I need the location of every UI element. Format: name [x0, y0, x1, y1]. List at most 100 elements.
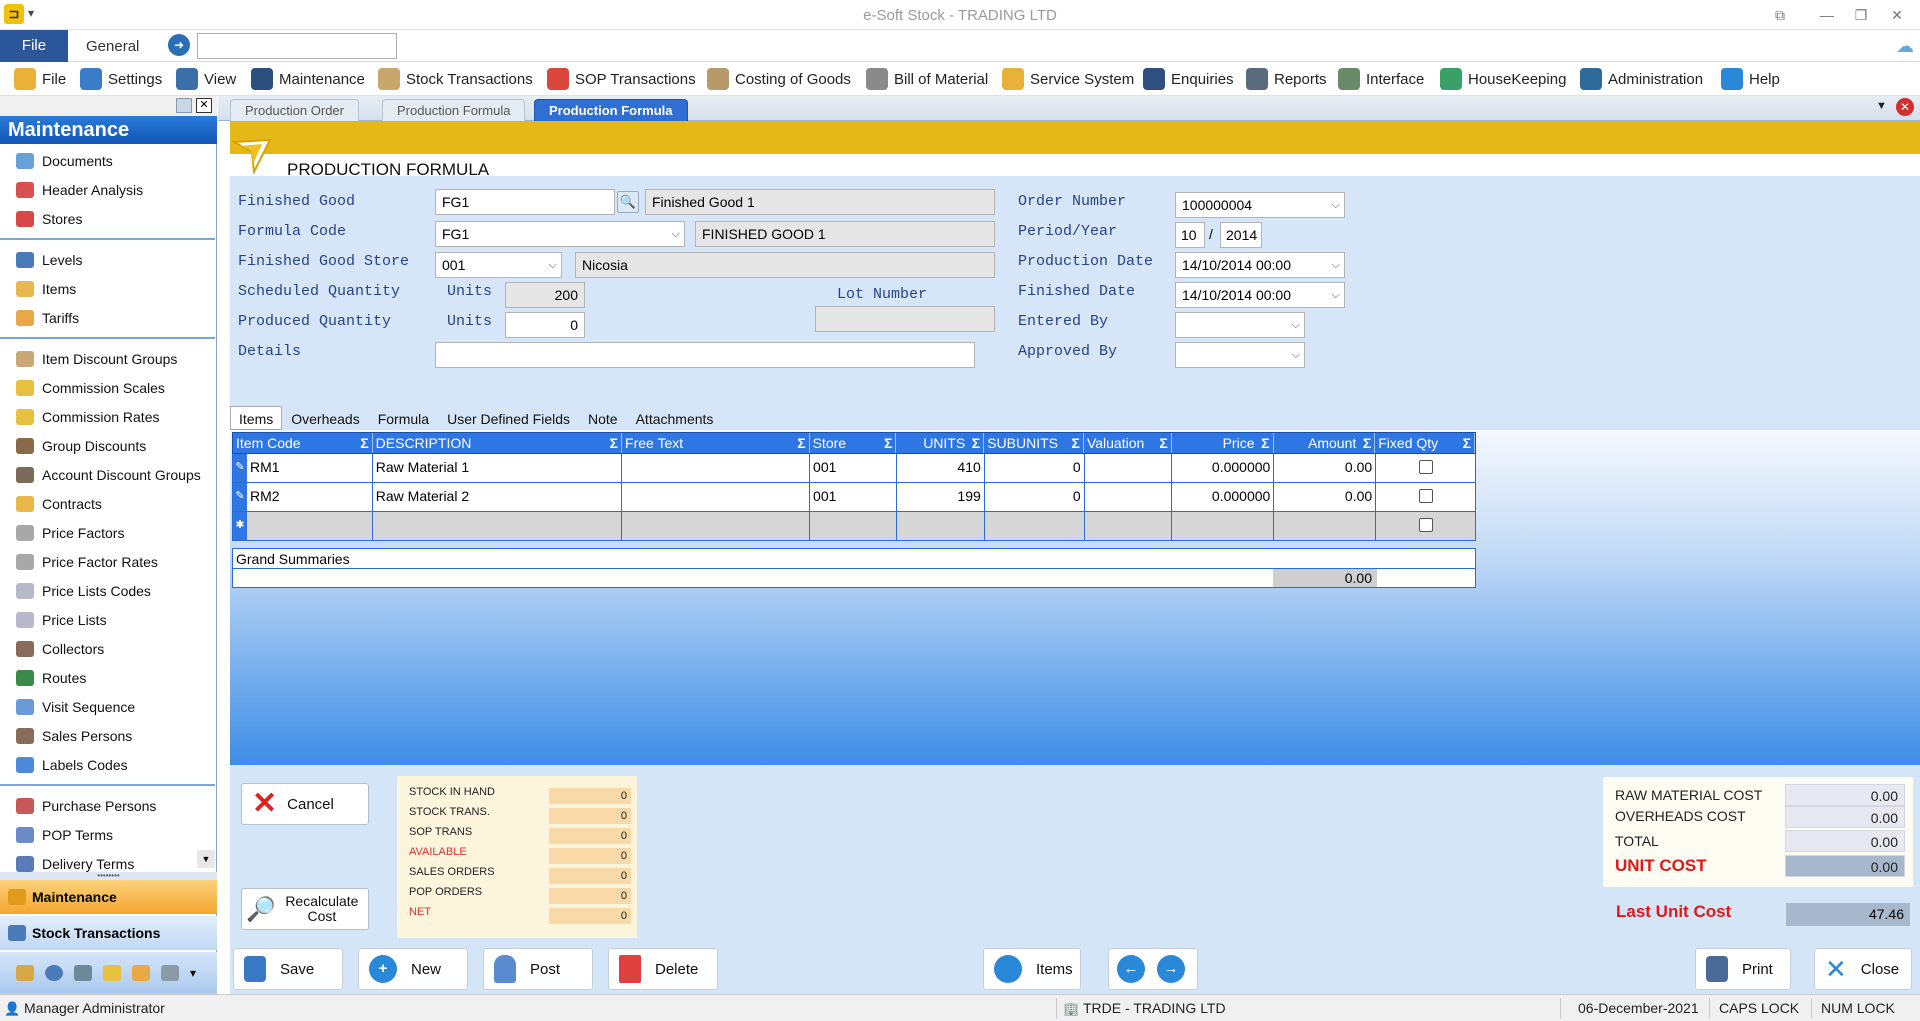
- sidebar-item-levels[interactable]: Levels: [0, 245, 215, 274]
- menu-item-sop-transactions[interactable]: SOP Transactions: [547, 62, 696, 96]
- sidebar-item-collectors[interactable]: Collectors: [0, 634, 215, 663]
- menu-item-bill-of-material[interactable]: Bill of Material: [866, 62, 988, 96]
- menu-item-interface[interactable]: Interface: [1338, 62, 1424, 96]
- new-row-cell[interactable]: [373, 512, 623, 540]
- sidebar-item-price-lists[interactable]: Price Lists: [0, 605, 215, 634]
- column-header-free-text[interactable]: Free Text Σ: [622, 433, 810, 453]
- menu-item-administration[interactable]: Administration: [1580, 62, 1703, 96]
- restore-icon[interactable]: ⧉: [1765, 4, 1795, 26]
- tab-formula[interactable]: Formula: [369, 406, 438, 430]
- sidebar-item-stores[interactable]: Stores: [0, 204, 215, 233]
- cell-valuation[interactable]: [1085, 483, 1173, 511]
- sum-icon[interactable]: Σ: [797, 433, 805, 453]
- delete-button[interactable]: Delete: [608, 948, 718, 990]
- menu-item-reports[interactable]: Reports: [1246, 62, 1327, 96]
- store-select[interactable]: 001 ⌵: [435, 252, 562, 278]
- cell-store[interactable]: 001: [810, 483, 897, 511]
- cell-units[interactable]: 199: [897, 483, 985, 511]
- more-icon[interactable]: ▾: [190, 966, 196, 980]
- menu-item-housekeeping[interactable]: HouseKeeping: [1440, 62, 1566, 96]
- menu-item-service-system[interactable]: Service System: [1002, 62, 1134, 96]
- new-row-cell[interactable]: [1172, 512, 1275, 540]
- menu-item-file[interactable]: File: [14, 62, 66, 96]
- post-button[interactable]: Post: [483, 948, 593, 990]
- fixed-qty-checkbox[interactable]: [1418, 518, 1433, 532]
- recalculate-cost-button[interactable]: 🔎 Recalculate Cost: [241, 888, 369, 930]
- cell-amount[interactable]: 0.00: [1274, 483, 1377, 511]
- sidebar-item-delivery-terms[interactable]: Delivery Terms: [0, 849, 215, 878]
- cell-amount[interactable]: 0.00: [1274, 454, 1377, 482]
- cell-item-code[interactable]: RM1: [247, 454, 373, 482]
- entered-by-select[interactable]: ⌵: [1175, 312, 1305, 338]
- sidebar-item-header-analysis[interactable]: Header Analysis: [0, 175, 215, 204]
- items-button[interactable]: Items: [983, 948, 1081, 990]
- sidebar-item-items[interactable]: Items: [0, 274, 215, 303]
- pane-close-icon[interactable]: ✕: [196, 98, 212, 113]
- chevron-down-icon[interactable]: ⌵: [1292, 313, 1300, 337]
- column-header-store[interactable]: Store Σ: [810, 433, 897, 453]
- column-header-valuation[interactable]: Valuation Σ: [1084, 433, 1172, 453]
- tab-production-formula[interactable]: Production Formula: [382, 99, 526, 121]
- formula-code-select[interactable]: FG1 ⌵: [435, 221, 685, 247]
- menu-item-costing-of-goods[interactable]: Costing of Goods: [707, 62, 851, 96]
- chevron-down-icon[interactable]: ⌵: [1332, 253, 1340, 277]
- cell-valuation[interactable]: [1085, 454, 1173, 482]
- cell-price[interactable]: 0.000000: [1172, 483, 1275, 511]
- sidebar-item-price-factor-rates[interactable]: Price Factor Rates: [0, 547, 215, 576]
- chevron-down-icon[interactable]: ⌵: [1292, 343, 1300, 367]
- cell-subunits[interactable]: 0: [985, 454, 1085, 482]
- sum-icon[interactable]: Σ: [610, 433, 618, 453]
- sidebar-item-group-discounts[interactable]: Group Discounts: [0, 431, 215, 460]
- navigate-icon[interactable]: ➜: [168, 34, 190, 56]
- column-header-units[interactable]: UNITS Σ: [896, 433, 985, 453]
- sum-icon[interactable]: Σ: [1261, 433, 1269, 453]
- sum-icon[interactable]: Σ: [360, 433, 368, 453]
- maximize-button[interactable]: ❐: [1846, 4, 1876, 26]
- globe-icon[interactable]: [45, 965, 63, 981]
- close-document-icon[interactable]: ✕: [1896, 98, 1914, 116]
- cell-description[interactable]: Raw Material 2: [373, 483, 623, 511]
- menu-item-stock-transactions[interactable]: Stock Transactions: [378, 62, 533, 96]
- new-button[interactable]: + New: [358, 948, 468, 990]
- reports-shortcut-icon[interactable]: [161, 965, 179, 981]
- sidebar-item-account-discount-groups[interactable]: Account Discount Groups: [0, 460, 215, 489]
- sidebar-item-price-lists-codes[interactable]: Price Lists Codes: [0, 576, 215, 605]
- sidebar-item-contracts[interactable]: Contracts: [0, 489, 215, 518]
- nav-group-stock-transactions[interactable]: Stock Transactions: [0, 916, 217, 950]
- column-header-subunits[interactable]: SUBUNITS Σ: [984, 433, 1084, 453]
- tab-overheads[interactable]: Overheads: [282, 406, 368, 430]
- cell-item-code[interactable]: RM2: [247, 483, 373, 511]
- sidebar-item-item-discount-groups[interactable]: Item Discount Groups: [0, 344, 215, 373]
- tab-production-order[interactable]: Production Order: [230, 99, 359, 121]
- tab-note[interactable]: Note: [579, 406, 627, 430]
- tab-list-dropdown-icon[interactable]: ▼: [1876, 100, 1887, 112]
- chevron-down-icon[interactable]: ⌵: [672, 222, 680, 246]
- table-row[interactable]: ✎ RM1 Raw Material 1 001 410 0 0.000000 0.00: [232, 454, 1476, 483]
- next-arrow-icon[interactable]: →: [1157, 955, 1185, 983]
- previous-arrow-icon[interactable]: ←: [1117, 955, 1145, 983]
- new-row-cell[interactable]: [1274, 512, 1377, 540]
- sidebar-item-sales-persons[interactable]: Sales Persons: [0, 721, 215, 750]
- sidebar-item-commission-scales[interactable]: Commission Scales: [0, 373, 215, 402]
- cell-subunits[interactable]: 0: [985, 483, 1085, 511]
- column-header-fixed-qty[interactable]: Fixed Qty Σ: [1375, 433, 1476, 453]
- save-button[interactable]: Save: [233, 948, 343, 990]
- table-row[interactable]: ✎ RM2 Raw Material 2 001 199 0 0.000000 0.00: [232, 483, 1476, 512]
- fixed-qty-checkbox[interactable]: [1418, 489, 1433, 503]
- tab-attachments[interactable]: Attachments: [627, 406, 723, 430]
- menu-item-maintenance[interactable]: Maintenance: [251, 62, 365, 96]
- menu-item-view[interactable]: View: [176, 62, 236, 96]
- column-header-item-code[interactable]: Item Code Σ: [233, 433, 373, 453]
- sidebar-item-routes[interactable]: Routes: [0, 663, 215, 692]
- sidebar-item-visit-sequence[interactable]: Visit Sequence: [0, 692, 215, 721]
- column-header-description[interactable]: DESCRIPTION Σ: [373, 433, 623, 453]
- produced-quantity-input[interactable]: 0: [505, 312, 585, 338]
- column-header-amount[interactable]: Amount Σ: [1274, 433, 1376, 453]
- new-row-cell[interactable]: [1085, 512, 1173, 540]
- row-edit-icon[interactable]: ✎: [233, 483, 247, 511]
- sidebar-item-commission-rates[interactable]: Commission Rates: [0, 402, 215, 431]
- nav-group-maintenance[interactable]: Maintenance: [0, 880, 217, 914]
- general-tab[interactable]: General: [86, 38, 139, 55]
- new-row-cell[interactable]: [622, 512, 811, 540]
- menu-item-enquiries[interactable]: Enquiries: [1143, 62, 1234, 96]
